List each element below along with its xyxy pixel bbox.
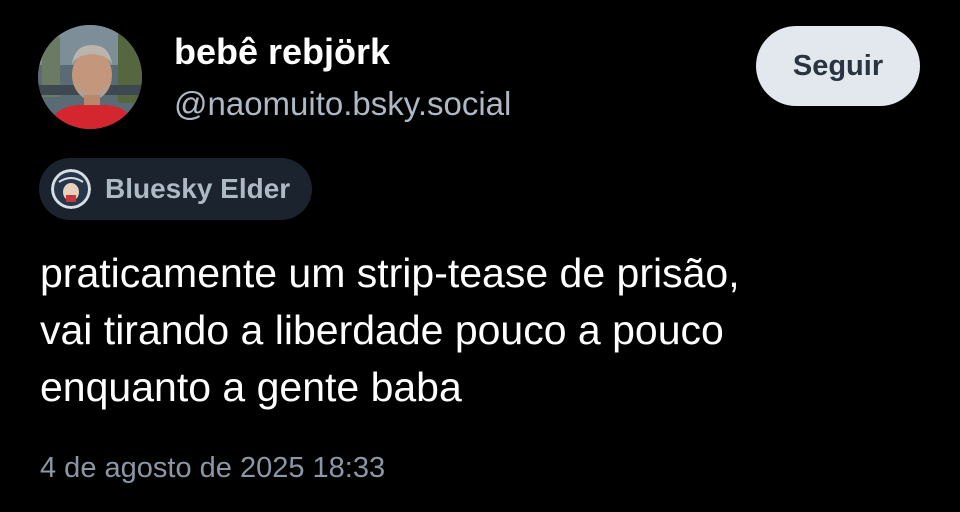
author-display-name[interactable]: bebê rebjörk (174, 30, 390, 74)
post-text: praticamente um strip-tease de prisão, v… (40, 245, 930, 416)
verification-badge[interactable]: Bluesky Elder (39, 158, 313, 220)
follow-button[interactable]: Seguir (756, 26, 920, 106)
post-text-line: enquanto a gente baba (40, 364, 462, 410)
post-timestamp[interactable]: 4 de agosto de 2025 18:33 (40, 448, 385, 488)
post-text-line: vai tirando a liberdade pouco a pouco (40, 307, 724, 353)
author-avatar[interactable] (38, 25, 142, 129)
author-handle[interactable]: @naomuito.bsky.social (174, 82, 511, 126)
badge-label: Bluesky Elder (105, 173, 291, 204)
badge-emblem-icon (51, 169, 91, 209)
post-text-line: praticamente um strip-tease de prisão, (40, 250, 740, 296)
